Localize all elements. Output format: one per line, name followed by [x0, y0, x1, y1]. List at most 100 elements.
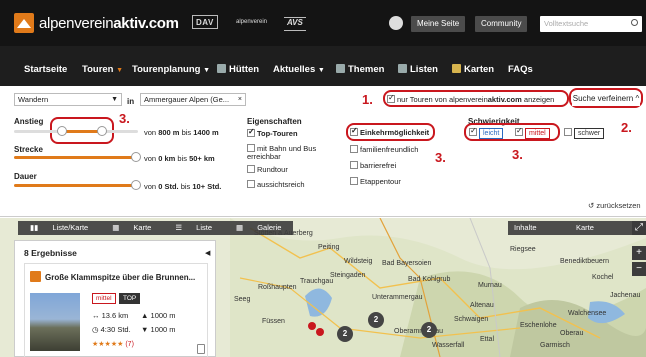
community-button[interactable]: Community: [475, 16, 528, 32]
checkbox-icon[interactable]: [247, 144, 255, 152]
accessible-checkbox[interactable]: barrierefrei: [350, 161, 396, 170]
rating-stars: ★★★★★ (7): [92, 341, 134, 348]
view-map-button[interactable]: ▦ Karte: [100, 221, 163, 235]
difficulty-medium-checkbox[interactable]: mittel: [515, 126, 550, 139]
checkbox-icon[interactable]: [350, 145, 358, 153]
nav-startseite[interactable]: Startseite: [24, 64, 67, 75]
distance-slider-track[interactable]: [14, 156, 138, 159]
ascent-icon: ▲: [141, 311, 149, 320]
distance-max-handle[interactable]: [131, 152, 141, 162]
duration-max-handle[interactable]: [131, 180, 141, 190]
tab-contents[interactable]: Inhalte: [514, 221, 537, 235]
user-icon[interactable]: [389, 16, 403, 30]
checkbox-icon[interactable]: [247, 165, 255, 173]
nav-touren[interactable]: Touren ▼: [82, 64, 123, 75]
view-gallery-button[interactable]: ▦ Galerie: [224, 221, 293, 235]
checkbox-icon[interactable]: [564, 128, 572, 136]
bookmark-icon[interactable]: [197, 344, 205, 354]
chevron-down-icon: ▼: [111, 96, 118, 103]
nav-aktuelles[interactable]: Aktuelles ▼: [273, 64, 325, 75]
only-av-tours-checkbox[interactable]: nur Touren von alpenvereinaktiv.com anze…: [387, 93, 554, 104]
map-icon: [452, 64, 461, 73]
mountain-logo-icon: [14, 13, 34, 33]
tour-marker-red-2: [316, 328, 324, 336]
zoom-in-button[interactable]: +: [632, 246, 646, 260]
map-label: Seeg: [234, 296, 251, 303]
chevron-down-icon: ▼: [317, 67, 325, 74]
difficulty-badge: mittel: [92, 293, 116, 304]
cluster-marker[interactable]: 2: [337, 326, 353, 342]
nav-tourenplanung[interactable]: Tourenplanung ▼: [132, 64, 210, 75]
fullscreen-button[interactable]: ⤢: [632, 221, 646, 235]
map-side-tabs: Inhalte Karte: [508, 221, 634, 235]
viewpoint-checkbox[interactable]: aussichtsreich: [247, 180, 305, 189]
checkbox-icon[interactable]: [350, 161, 358, 169]
dav-logo[interactable]: DAV: [192, 15, 218, 29]
checkbox-checked-icon[interactable]: [515, 126, 523, 136]
checkbox-icon[interactable]: [350, 177, 358, 185]
result-card[interactable]: Große Klammspitze über die Brunnen... mi…: [24, 263, 208, 357]
oeav-logo[interactable]: alpenverein: [236, 15, 267, 29]
close-icon[interactable]: ×: [238, 94, 242, 105]
ascent-min-handle[interactable]: [57, 126, 67, 136]
collapse-left-icon[interactable]: ◀: [205, 249, 210, 257]
ascent-label: Anstieg: [14, 117, 44, 126]
minus-icon: −: [636, 263, 642, 274]
zoom-out-button[interactable]: −: [632, 262, 646, 276]
tour-photo[interactable]: [30, 293, 80, 351]
reset-link[interactable]: ↺ zurücksetzen: [588, 201, 641, 210]
difficulty-hard-checkbox[interactable]: schwer: [564, 128, 605, 139]
nav-karten[interactable]: Karten: [452, 64, 494, 75]
activity-select[interactable]: Wandern ▼: [14, 93, 122, 106]
tab-map[interactable]: Karte: [576, 221, 594, 235]
map-label: Oberau: [560, 330, 584, 337]
hiking-icon: [30, 271, 41, 282]
search-icon[interactable]: [631, 19, 638, 26]
map-label: Eschenlohe: [520, 322, 557, 329]
checkbox-checked-icon[interactable]: [247, 127, 255, 137]
checkbox-checked-icon[interactable]: [387, 93, 395, 103]
map-label: Benediktbeuern: [560, 258, 610, 265]
annotation-number-2: 2.: [621, 120, 632, 135]
refine-search-button[interactable]: Suche verfeinern ^: [572, 92, 640, 106]
hut-stop-checkbox[interactable]: Einkehrmöglichkeit: [350, 126, 429, 137]
avs-logo[interactable]: AVS: [284, 17, 306, 31]
duration-label: Dauer: [14, 172, 37, 181]
tour-title[interactable]: Große Klammspitze über die Brunnen...: [45, 273, 195, 282]
chevron-down-icon: ▼: [116, 67, 124, 74]
round-tour-checkbox[interactable]: Rundtour: [247, 165, 288, 174]
chevron-down-icon: ▼: [203, 67, 211, 74]
family-friendly-checkbox[interactable]: familienfreundlich: [350, 145, 418, 154]
top-badge: TOP: [119, 293, 141, 304]
duration-slider-track[interactable]: [14, 184, 138, 187]
cluster-marker[interactable]: 2: [368, 312, 384, 328]
view-list-button[interactable]: ☰ Liste: [163, 221, 224, 235]
top-tours-checkbox[interactable]: Top-Touren: [247, 127, 298, 138]
annotation-number-3b: 3.: [435, 150, 446, 165]
stages-checkbox[interactable]: Etappentour: [350, 177, 401, 186]
my-page-button[interactable]: Meine Seite: [411, 16, 466, 32]
search-placeholder: Volltextsuche: [544, 19, 589, 28]
annotation-number-3c: 3.: [512, 147, 523, 162]
nav-themen[interactable]: Themen: [336, 64, 384, 75]
list-icon: [398, 64, 407, 73]
site-logo[interactable]: alpenvereinaktiv.com: [14, 13, 179, 33]
view-list-map-button[interactable]: ▮▮ Liste/Karte: [18, 221, 100, 235]
difficulty-easy-checkbox[interactable]: leicht: [469, 126, 504, 139]
clock-icon: ◷: [92, 325, 99, 334]
nav-faqs[interactable]: FAQs: [508, 64, 533, 75]
ascent-max-handle[interactable]: [97, 126, 107, 136]
checkbox-checked-icon[interactable]: [350, 126, 358, 136]
cluster-marker[interactable]: 2: [421, 322, 437, 338]
fulltext-search-input[interactable]: Volltextsuche: [540, 16, 642, 32]
checkbox-checked-icon[interactable]: [469, 126, 477, 136]
nav-listen[interactable]: Listen: [398, 64, 438, 75]
map-label: Trauchgau: [300, 278, 334, 285]
checkbox-icon[interactable]: [247, 180, 255, 188]
by-train-bus-checkbox[interactable]: mit Bahn und Bus erreichbar: [247, 144, 329, 161]
map-label: Garmisch: [540, 342, 570, 349]
nav-huetten[interactable]: Hütten: [217, 64, 259, 75]
region-select[interactable]: Ammergauer Alpen (Ge... ×: [140, 93, 246, 106]
duration-range-text: von 0 Std. bis 10+ Std.: [144, 182, 222, 191]
site-header: alpenvereinaktiv.com DAV alpenverein AVS…: [0, 0, 646, 46]
